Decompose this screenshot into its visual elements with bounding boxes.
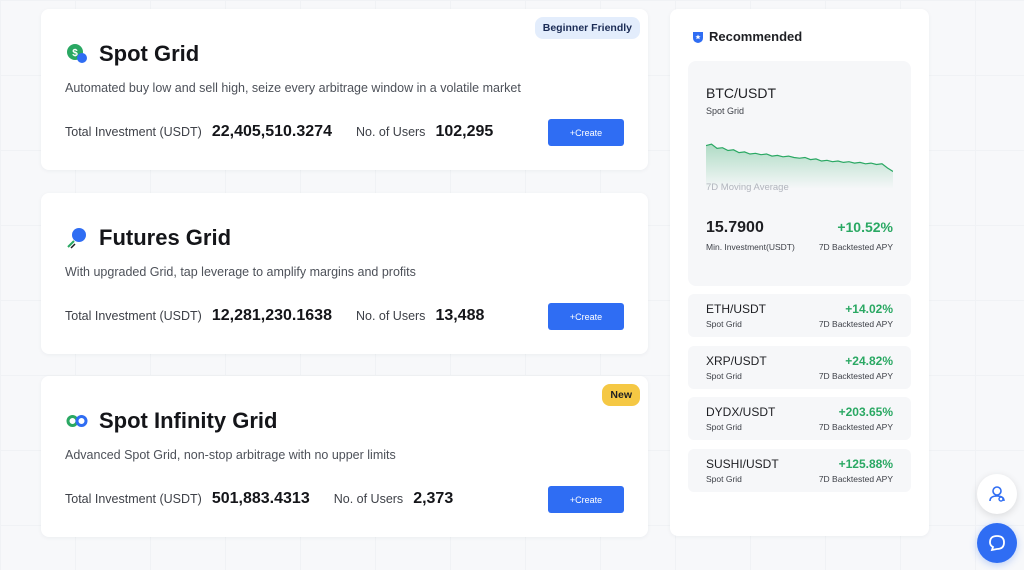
total-investment-value: 501,883.4313 [211, 490, 310, 507]
card-stats: Total Investment (USDT) 22,405,510.3274 … [65, 123, 517, 141]
featured-pair: BTC/USDT [706, 85, 776, 101]
featured-apy-value: +10.52% [837, 219, 893, 235]
sparkline-chart [706, 143, 893, 189]
card-title: Spot Infinity Grid [99, 408, 278, 433]
futures-grid-icon [65, 226, 89, 250]
min-investment-value: 15.7900 [706, 219, 764, 236]
pair-apy-label: 7D Backtested APY [818, 319, 893, 329]
card-title: Futures Grid [99, 225, 232, 250]
card-description: Advanced Spot Grid, non-stop arbitrage w… [65, 448, 396, 462]
pair-apy-label: 7D Backtested APY [818, 371, 893, 381]
create-spot-infinity-grid-button[interactable]: +Create [548, 486, 624, 513]
users-value: 102,295 [435, 123, 494, 140]
infinity-icon [65, 409, 89, 433]
users-label: No. of Users [333, 492, 404, 506]
card-description: With upgraded Grid, tap leverage to ampl… [65, 265, 416, 279]
card-stats: Total Investment (USDT) 501,883.4313 No.… [65, 490, 477, 508]
moving-average-caption: 7D Moving Average [706, 182, 789, 193]
total-investment-label: Total Investment (USDT) [65, 309, 202, 323]
users-label: No. of Users [355, 309, 426, 323]
featured-apy-label: 7D Backtested APY [818, 242, 893, 252]
shield-icon [693, 31, 703, 43]
create-futures-grid-button[interactable]: +Create [548, 303, 624, 330]
featured-recommendation[interactable]: BTC/USDT Spot Grid 7D Moving Average 15.… [688, 61, 911, 286]
pair-apy: +14.02% [845, 302, 893, 316]
create-spot-grid-button[interactable]: +Create [548, 119, 624, 146]
recommendation-row-sushi[interactable]: SUSHI/USDT Spot Grid +125.88% 7D Backtes… [688, 449, 911, 492]
pair-type: Spot Grid [706, 371, 742, 381]
min-investment-label: Min. Investment(USDT) [706, 242, 795, 252]
recommendation-row-xrp[interactable]: XRP/USDT Spot Grid +24.82% 7D Backtested… [688, 346, 911, 389]
pair-type: Spot Grid [706, 422, 742, 432]
total-investment-label: Total Investment (USDT) [65, 125, 202, 139]
recommendation-row-dydx[interactable]: DYDX/USDT Spot Grid +203.65% 7D Backtest… [688, 397, 911, 440]
pair-apy: +203.65% [838, 405, 893, 419]
card-description: Automated buy low and sell high, seize e… [65, 81, 521, 95]
pair-apy: +125.88% [838, 457, 893, 471]
users-label: No. of Users [355, 125, 426, 139]
total-investment-label: Total Investment (USDT) [65, 492, 202, 506]
pair-name: SUSHI/USDT [706, 457, 779, 471]
chat-button[interactable] [977, 523, 1017, 563]
support-agent-icon [989, 486, 1005, 502]
card-title-row: Futures Grid [65, 225, 231, 251]
strategy-card-spot-grid[interactable]: Beginner Friendly $ Spot Grid Automated … [41, 9, 648, 170]
users-value: 2,373 [413, 490, 454, 507]
strategy-card-spot-infinity-grid[interactable]: New Spot Infinity Grid Advanced Spot Gri… [41, 376, 648, 537]
pair-apy-label: 7D Backtested APY [818, 474, 893, 484]
pair-type: Spot Grid [706, 474, 742, 484]
pair-apy: +24.82% [845, 354, 893, 368]
card-title-row: $ Spot Grid [65, 41, 199, 67]
beginner-friendly-badge: Beginner Friendly [534, 17, 640, 39]
pair-name: ETH/USDT [706, 302, 766, 316]
pair-name: DYDX/USDT [706, 405, 776, 419]
card-stats: Total Investment (USDT) 12,281,230.1638 … [65, 307, 508, 325]
recommendation-row-eth[interactable]: ETH/USDT Spot Grid +14.02% 7D Backtested… [688, 294, 911, 337]
card-title-row: Spot Infinity Grid [65, 408, 277, 434]
strategy-card-futures-grid[interactable]: Futures Grid With upgraded Grid, tap lev… [41, 193, 648, 354]
recommended-header: Recommended [691, 29, 802, 44]
dollar-coin-icon: $ [65, 42, 89, 66]
pair-name: XRP/USDT [706, 354, 767, 368]
card-title: Spot Grid [99, 41, 200, 66]
recommended-heading: Recommended [709, 29, 803, 44]
users-value: 13,488 [435, 307, 485, 324]
pair-apy-label: 7D Backtested APY [818, 422, 893, 432]
recommended-panel: Recommended BTC/USDT Spot Grid 7D Moving… [670, 9, 929, 536]
chat-bubble-icon [989, 535, 1005, 552]
support-agent-button[interactable] [977, 474, 1017, 514]
total-investment-value: 22,405,510.3274 [211, 123, 332, 140]
total-investment-value: 12,281,230.1638 [211, 307, 332, 324]
new-badge: New [602, 384, 640, 406]
featured-type: Spot Grid [706, 106, 745, 116]
pair-type: Spot Grid [706, 319, 742, 329]
